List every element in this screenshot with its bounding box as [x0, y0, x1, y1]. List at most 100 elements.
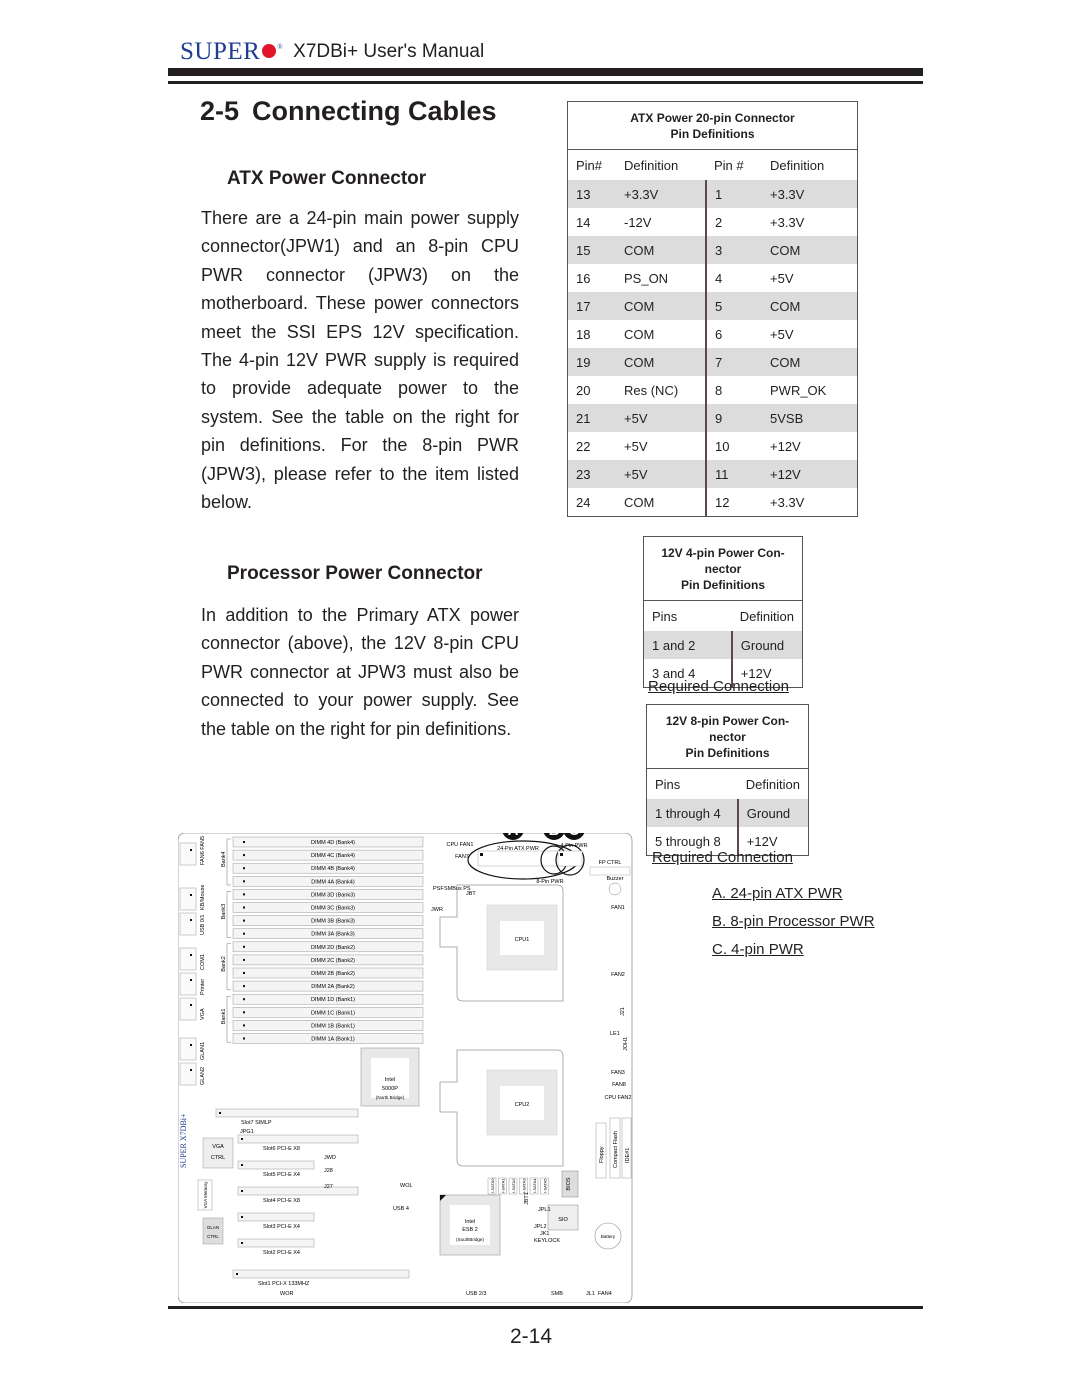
- dimm-slot: DIMM 1D (Bank1): [232, 993, 424, 1005]
- bank-label: Bank4: [221, 851, 227, 867]
- dimm-label: DIMM 2C (Bank2): [311, 958, 355, 964]
- dimm-label: DIMM 3D (Bank3): [311, 892, 355, 898]
- sata-label: I-SATA4: [532, 1178, 537, 1193]
- cell: COM: [616, 348, 706, 376]
- smb-label: SMB: [551, 1291, 563, 1297]
- svg-text:8-Pin PWR: 8-Pin PWR: [536, 879, 563, 885]
- slot-label: Slot2 PCI-E X4: [263, 1250, 300, 1256]
- io-port: [179, 997, 197, 1021]
- dimm-label: DIMM 4C (Bank4): [311, 853, 355, 859]
- le1-label: LE1: [610, 1031, 620, 1037]
- fan2-label: FAN2: [611, 972, 625, 978]
- north-bridge: Intel 5000P (North Bridge): [360, 1047, 420, 1107]
- cell: 22: [576, 438, 591, 454]
- dimm-label: DIMM 2B (Bank2): [311, 971, 355, 977]
- cell: 21: [567, 404, 616, 432]
- fan8-label: FAN8: [612, 1082, 626, 1088]
- jk1-label: JK1: [540, 1231, 549, 1237]
- dimm-label: DIMM 4D (Bank4): [311, 840, 355, 846]
- cell: 19: [567, 348, 616, 376]
- slot-label: Slot3 PCI-E X4: [263, 1224, 300, 1230]
- atx-table-caption: ATX Power 20-pin Connector Pin Definition…: [567, 101, 858, 150]
- cell: Res (NC): [624, 382, 679, 398]
- dimm-slot: DIMM 3C (Bank3): [232, 902, 424, 913]
- cell: PS_ON: [624, 270, 669, 286]
- page-number: 2-14: [510, 1325, 553, 1348]
- pin4-caption: 12V 4-pin Power Con-nector Pin Definition…: [643, 536, 803, 601]
- dimm-slot: DIMM 2C (Bank2): [232, 954, 424, 966]
- atx-body: There are a 24-pin main power supply con…: [201, 208, 519, 513]
- cell: +3.3V: [616, 180, 706, 208]
- svg-text:C: C: [569, 833, 580, 839]
- wor-label: WOR: [280, 1291, 293, 1297]
- section-title: Connecting Cables: [252, 96, 497, 126]
- south-bridge: Intel ESB 2 (SouthBridge): [439, 1194, 501, 1256]
- cell: 3: [705, 236, 762, 264]
- svg-text:VGA: VGA: [212, 1144, 224, 1150]
- slot-label: Slot7 SIMLP: [241, 1120, 272, 1126]
- svg-text:A: A: [508, 833, 519, 839]
- joh1-label: JOH1: [623, 1037, 629, 1051]
- cell: 11: [705, 460, 762, 488]
- cell: 10: [705, 432, 762, 460]
- dimm-slot: DIMM 4C (Bank4): [232, 849, 424, 861]
- svg-text:BIOS: BIOS: [566, 1177, 572, 1190]
- cell: 17: [567, 292, 616, 320]
- dimm-slot: DIMM 2A (Bank2): [232, 980, 424, 992]
- io-port: [179, 1062, 197, 1086]
- table-row: 14 -12V 2 +3.3V: [568, 208, 858, 236]
- fan4-label: FAN4: [598, 1291, 612, 1297]
- cell: COM: [762, 236, 858, 264]
- j27-label: J27: [324, 1184, 333, 1190]
- jbt-label: JBT: [466, 891, 476, 897]
- glan-ctrl: GLAN CTRL: [202, 1217, 224, 1245]
- cell: 23: [567, 460, 616, 488]
- cell: 13: [567, 180, 616, 208]
- col-header: Pin#: [576, 157, 603, 173]
- svg-text:Intel: Intel: [385, 1077, 395, 1083]
- table-row: 19 COM 7 COM: [567, 348, 858, 376]
- dimm-slot: DIMM 1B (Bank1): [232, 1020, 424, 1031]
- fan1-label: FAN1: [611, 905, 625, 911]
- cell: 1: [705, 180, 762, 208]
- legend-item-c: C. 4-pin PWR: [712, 941, 804, 958]
- table-row: 17 COM 5 COM: [567, 292, 858, 320]
- battery: Battery: [594, 1222, 622, 1250]
- jwr-label: JWR: [431, 907, 443, 913]
- io-label: COM1: [200, 954, 206, 970]
- slot-label: Slot1 PCI-X 133MHZ: [258, 1281, 310, 1287]
- svg-text:SIO: SIO: [558, 1217, 568, 1223]
- dimm-label: DIMM 3A (Bank3): [311, 932, 355, 938]
- legend-item-b: B. 8-pin Processor PWR: [712, 913, 875, 930]
- board-brand: SUPER X7DBi+: [179, 1113, 188, 1168]
- cell: 1 through 4: [646, 799, 738, 827]
- sata-label: I-SATA0: [490, 1178, 495, 1193]
- cell: COM: [762, 292, 858, 320]
- sata-label: I-SATA1: [501, 1178, 506, 1193]
- table-row: 15 COM 3 COM: [567, 236, 858, 264]
- bank-label: Bank3: [221, 904, 227, 920]
- table-row: 13 +3.3V 1 +3.3V: [567, 180, 858, 208]
- bios-chip: BIOS: [561, 1170, 579, 1198]
- header-rule-thick: [168, 68, 923, 76]
- dimm-slot: DIMM 3B (Bank3): [232, 915, 424, 926]
- table-row: 1 and 2 Ground: [643, 631, 803, 659]
- compact-flash-header: Compact Flash: [609, 1117, 621, 1179]
- cell: +5V: [616, 404, 706, 432]
- pin4-required: Required Connection: [648, 678, 789, 695]
- pin8-required: Required Connection: [652, 849, 793, 866]
- dimm-slot: DIMM 1C (Bank1): [232, 1007, 424, 1018]
- cell: 24: [576, 494, 591, 510]
- cell: COM: [616, 236, 706, 264]
- io-port: [179, 972, 197, 996]
- table-row: 18 COM 6 +5V: [568, 320, 858, 348]
- cell: 1 and 2: [643, 631, 732, 659]
- bank-label: Bank1: [221, 1009, 227, 1025]
- svg-text:VGA Memory: VGA Memory: [203, 1181, 208, 1209]
- table-row: 22 +5V 10 +12V: [568, 432, 858, 460]
- cpu1-label: CPU1: [515, 937, 530, 943]
- svg-text:ESB 2: ESB 2: [462, 1227, 478, 1233]
- dimm-slot: DIMM 4D (Bank4): [232, 836, 424, 848]
- processor-heading: Processor Power Connector: [227, 563, 483, 584]
- io-label: FAN6 FAN5: [200, 836, 206, 865]
